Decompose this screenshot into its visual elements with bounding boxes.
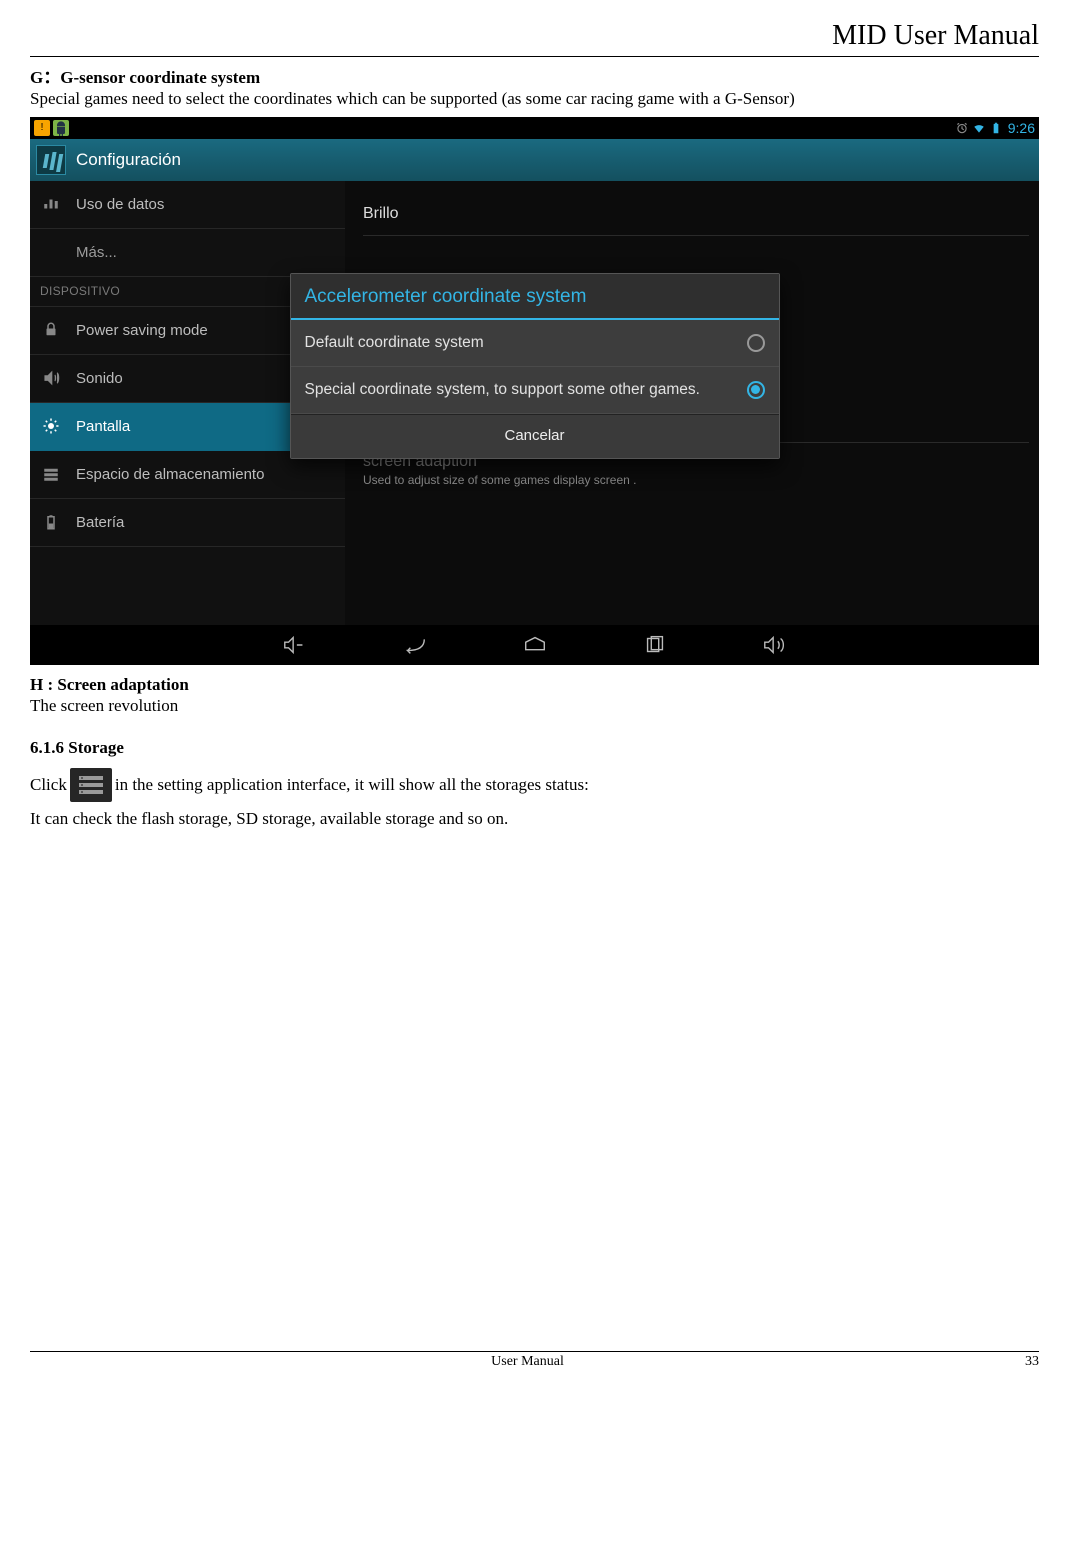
footer-center: User Manual [30, 1354, 1025, 1370]
pane-item-brightness[interactable]: Brillo [363, 195, 1029, 236]
page-number: 33 [1025, 1354, 1039, 1370]
notification-android-icon [53, 120, 69, 136]
sidebar-item-label: Uso de datos [76, 196, 164, 213]
sound-icon [40, 367, 62, 389]
sidebar-item-more[interactable]: Más... [30, 229, 345, 277]
doc-header-title: MID User Manual [30, 20, 1039, 57]
settings-titlebar: Configuración [30, 139, 1039, 181]
section-616-heading: 6.1.6 Storage [30, 738, 1039, 758]
doc-footer: User Manual 33 [30, 1351, 1039, 1370]
storage-instruction-line2: It can check the flash storage, SD stora… [30, 808, 1039, 831]
system-navbar [30, 625, 1039, 665]
lock-icon [40, 319, 62, 341]
alarm-icon [955, 121, 969, 135]
section-g-heading: G：G-sensor coordinate system [30, 63, 1039, 88]
sidebar-item-label: Sonido [76, 370, 123, 387]
status-clock: 9:26 [1006, 120, 1035, 136]
sidebar-item-display[interactable]: Pantalla [30, 403, 345, 451]
sidebar-item-power-saving[interactable]: Power saving mode [30, 307, 345, 355]
sidebar-section-label: DISPOSITIVO [40, 284, 120, 298]
sidebar-item-data-usage[interactable]: Uso de datos [30, 181, 345, 229]
pane-item-screen-adaption[interactable]: screen adaption Used to adjust size of s… [363, 443, 1029, 499]
sidebar-item-storage[interactable]: Espacio de almacenamiento [30, 451, 345, 499]
sidebar-item-label: Pantalla [76, 418, 130, 435]
sidebar-item-label: Batería [76, 514, 124, 531]
wifi-icon [972, 121, 986, 135]
pane-title: screen adaption [363, 453, 1029, 471]
placeholder-icon [40, 241, 62, 263]
data-usage-icon [40, 193, 62, 215]
settings-icon [36, 145, 66, 175]
display-icon [40, 415, 62, 437]
storage-settings-icon [70, 768, 112, 802]
pane-obscured-area [363, 236, 1029, 386]
sidebar-item-label: Power saving mode [76, 322, 208, 339]
home-button-icon[interactable] [522, 635, 548, 655]
sidebar-item-label: Más... [76, 244, 117, 261]
back-button-icon[interactable] [402, 635, 428, 655]
settings-content-pane: Brillo Accelerometer coordinate system A… [345, 181, 1039, 625]
settings-title: Configuración [76, 150, 181, 170]
pane-subtitle: Accelerometer uses a special coordinate … [363, 416, 1029, 430]
pane-item-accelerometer[interactable]: Accelerometer coordinate system Accelero… [363, 386, 1029, 443]
battery-icon [40, 511, 62, 533]
storage-instruction-line1: Click in the setting application interfa… [30, 768, 1039, 802]
pane-subtitle: Used to adjust size of some games displa… [363, 473, 1029, 487]
settings-sidebar: Uso de datos Más... DISPOSITIVO Power sa… [30, 181, 345, 625]
notification-warning-icon: ! [34, 120, 50, 136]
pane-title: Accelerometer coordinate system [363, 396, 1029, 414]
section-g-text: Special games need to select the coordin… [30, 88, 1039, 111]
sidebar-item-label: Espacio de almacenamiento [76, 466, 264, 483]
sidebar-item-battery[interactable]: Batería [30, 499, 345, 547]
line1-post: in the setting application interface, it… [115, 775, 589, 795]
status-bar: ! 9:26 [30, 117, 1039, 139]
pane-title: Brillo [363, 205, 1029, 223]
settings-screenshot: ! 9:26 Configuración [30, 117, 1039, 665]
volume-down-icon[interactable] [282, 635, 308, 655]
section-h-heading: H : Screen adaptation [30, 675, 1039, 695]
sidebar-item-sound[interactable]: Sonido [30, 355, 345, 403]
line1-pre: Click [30, 775, 67, 795]
battery-icon [989, 121, 1003, 135]
storage-icon [40, 463, 62, 485]
sidebar-section-header: DISPOSITIVO [30, 277, 345, 307]
volume-up-icon[interactable] [762, 635, 788, 655]
section-h-text: The screen revolution [30, 695, 1039, 718]
recents-button-icon[interactable] [642, 635, 668, 655]
